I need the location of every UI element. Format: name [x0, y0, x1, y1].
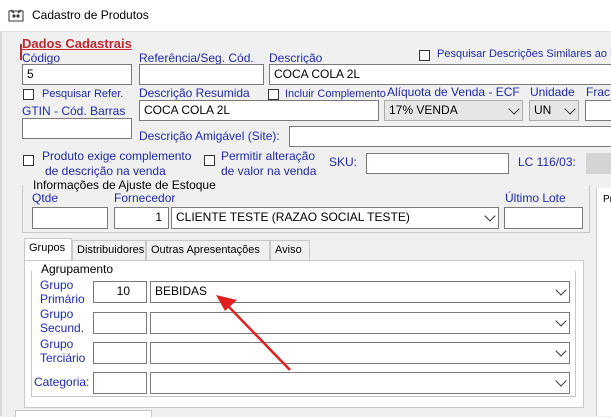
arrow-shaft	[227, 305, 291, 371]
annotation-arrow	[216, 295, 291, 371]
arrow-head	[216, 295, 237, 311]
